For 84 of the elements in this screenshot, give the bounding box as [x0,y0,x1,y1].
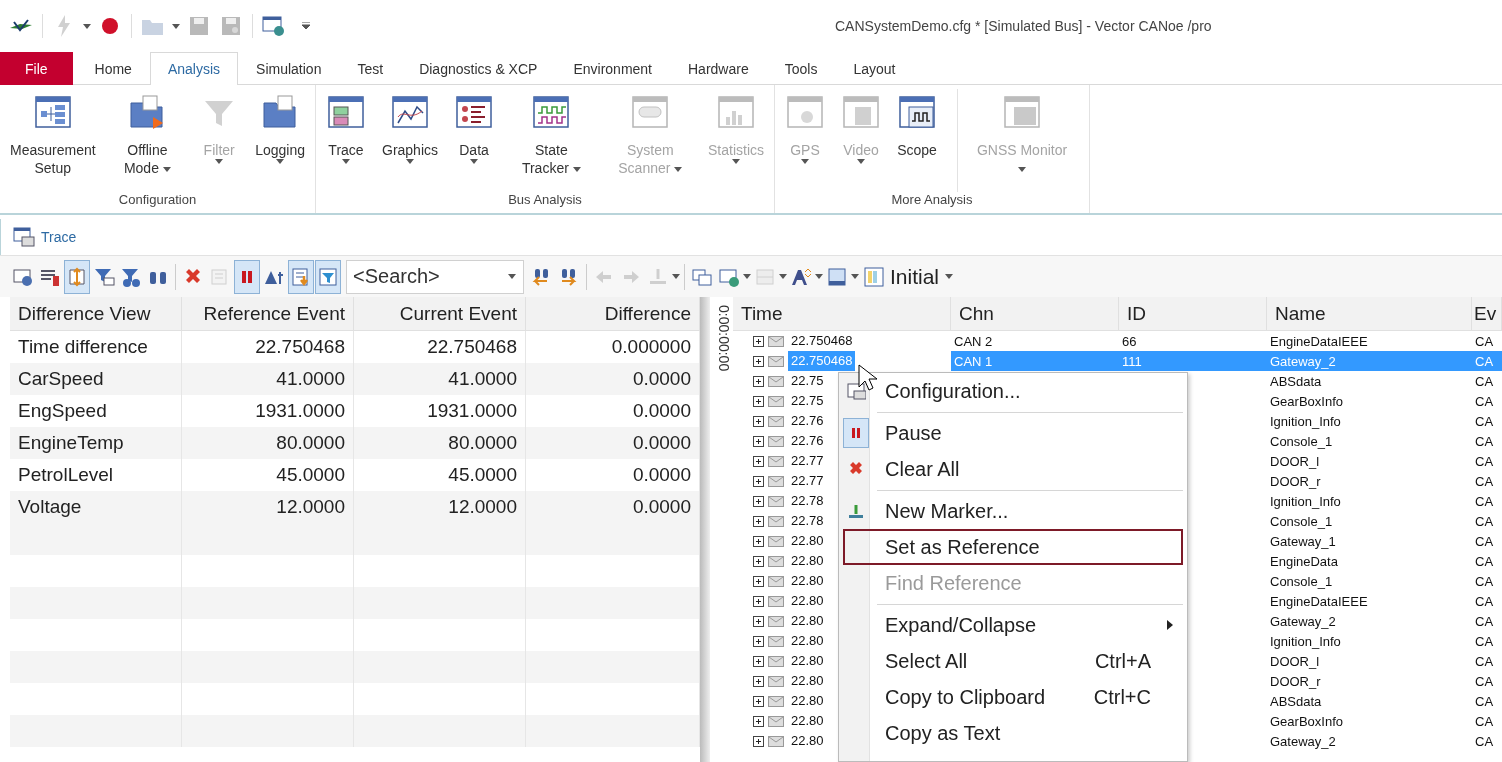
table-cell-text: Ignition_Info [1269,492,1342,511]
table-cell-text: 66 [1121,332,1138,351]
time-text: 22.80 [790,592,825,610]
table-cell-text: CA [1474,572,1495,591]
window-title: CANSystemDemo.cfg * [Simulated Bus] - Vector CANoe /pro [835,18,1212,34]
time-text: 22.80 [790,612,825,630]
table-cell-text: Ignition_Info [1269,632,1342,651]
table-cell: 0.0000 [526,491,700,523]
time-text: 22.76 [790,412,825,430]
time-text: 22.80 [790,712,825,730]
time-text: 22.78 [790,512,825,530]
table-cell-text: Gateway_2 [1269,612,1337,631]
table-cell: 41.0000 [182,363,354,395]
table-cell-text: CA [1474,472,1495,491]
time-text: 22.80 [790,532,825,550]
table-cell-text: CA [1474,332,1495,351]
time-text: 22.750468 [788,351,856,371]
time-text: 22.750468 [790,332,854,350]
table-cell: 12.0000 [182,491,354,523]
table-cell-text: DOOR_l [1269,652,1321,671]
table-cell-text: DOOR_r [1269,472,1322,491]
group-label: More Analysis [890,192,974,209]
table-cell-text: CA [1474,372,1495,391]
table-cell: 80.0000 [354,427,526,459]
table-cell-text: CA [1474,492,1495,511]
table-cell-text: Ignition_Info [1269,412,1342,431]
time-text: 22.77 [790,472,825,490]
table-cell-text: ABSdata [1269,692,1323,711]
table-cell-text: Console_1 [1269,512,1334,531]
table-cell: CAN 1 [951,351,1119,371]
table-cell: 12.0000 [354,491,526,523]
time-text: 22.80 [790,732,825,750]
table-cell-text: Console_1 [1269,432,1334,451]
table-cell-text: Gateway_1 [1269,532,1337,551]
table-cell-text: CA [1474,532,1495,551]
table-cell-text: CA [1474,712,1495,731]
table-cell-text: CAN 2 [953,332,994,351]
table-cell-text: CA [1474,612,1495,631]
table-cell-text: EngineDataIEEE [1269,592,1369,611]
table-cell: 80.0000 [182,427,354,459]
table-cell-text: EngineDataIEEE [1269,332,1369,351]
table-cell: 0.0000 [526,427,700,459]
time-text: 22.80 [790,672,825,690]
time-text: 22.80 [790,692,825,710]
table-cell: EngineTemp [10,427,182,459]
table-cell-text: CA [1474,392,1495,411]
table-cell-text: CA [1474,592,1495,611]
time-text: 22.80 [790,552,825,570]
table-cell-text: CA [1474,512,1495,531]
table-cell: 41.0000 [354,363,526,395]
table-cell-text: CA [1474,632,1495,651]
table-cell: CA [1472,351,1502,371]
table-cell-text: CA [1474,672,1495,691]
table-cell: CarSpeed [10,363,182,395]
table-cell-text: CA [1474,452,1495,471]
table-cell-text: EngineData [1269,552,1339,571]
time-text: 22.75 [790,392,825,410]
time-text: 22.77 [790,452,825,470]
time-label: 0:00:00:00 [716,304,732,374]
table-cell: Gateway_2 [1267,351,1472,371]
time-text: 22.78 [790,492,825,510]
table-cell: Voltage [10,491,182,523]
table-cell-text: DOOR_r [1269,672,1322,691]
table-cell-text: GearBoxInfo [1269,392,1344,411]
table-cell-text: CA [1474,432,1495,451]
table-cell-text: CA [1474,692,1495,711]
table-cell-text: ABSdata [1269,372,1323,391]
table-cell: 0.0000 [526,363,700,395]
time-text: 22.75 [790,372,825,390]
time-text: 22.76 [790,432,825,450]
time-text: 22.80 [790,632,825,650]
group-label: Bus Analysis [507,192,583,209]
group-label: Configuration [117,192,198,209]
table-cell-text: CA [1474,732,1495,751]
table-cell-text: CA [1474,652,1495,671]
table-cell-text: Gateway_2 [1269,732,1337,751]
table-cell-text: GearBoxInfo [1269,712,1344,731]
table-cell-text: CA [1474,412,1495,431]
table-cell-text: Console_1 [1269,572,1334,591]
time-text: 22.80 [790,572,825,590]
time-text: 22.80 [790,652,825,670]
table-cell: 111 [1119,351,1267,371]
table-cell-text: DOOR_l [1269,452,1321,471]
table-cell-text: CA [1474,552,1495,571]
